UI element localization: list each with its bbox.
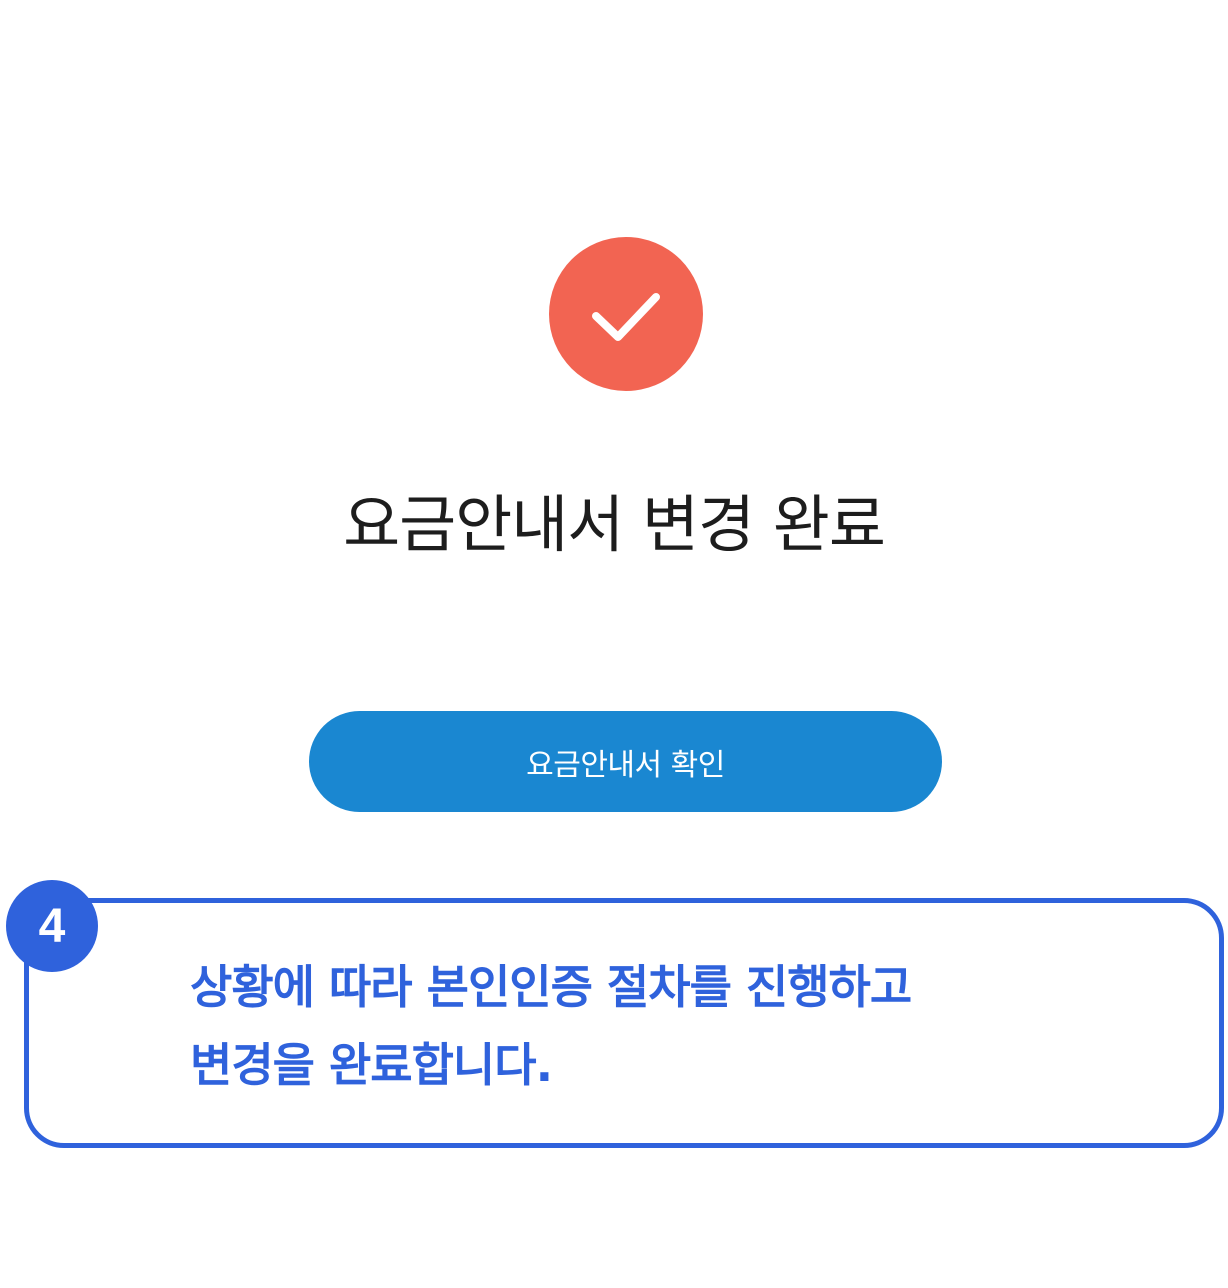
instruction-line-1: 상황에 따라 본인인증 절차를 진행하고 bbox=[190, 960, 912, 1014]
page-title: 요금안내서 변경 완료 bbox=[343, 488, 886, 561]
instruction-text: 상황에 따라 본인인증 절차를 진행하고 변경을 완료합니다. bbox=[190, 948, 1190, 1104]
success-check-icon bbox=[549, 237, 703, 391]
instruction-line-2: 변경을 완료합니다. bbox=[190, 1038, 553, 1092]
check-icon bbox=[592, 293, 660, 341]
confirm-bill-button[interactable]: 요금안내서 확인 bbox=[309, 711, 942, 812]
step-number-badge: 4 bbox=[6, 880, 98, 972]
confirm-bill-button-label: 요금안내서 확인 bbox=[526, 747, 725, 783]
